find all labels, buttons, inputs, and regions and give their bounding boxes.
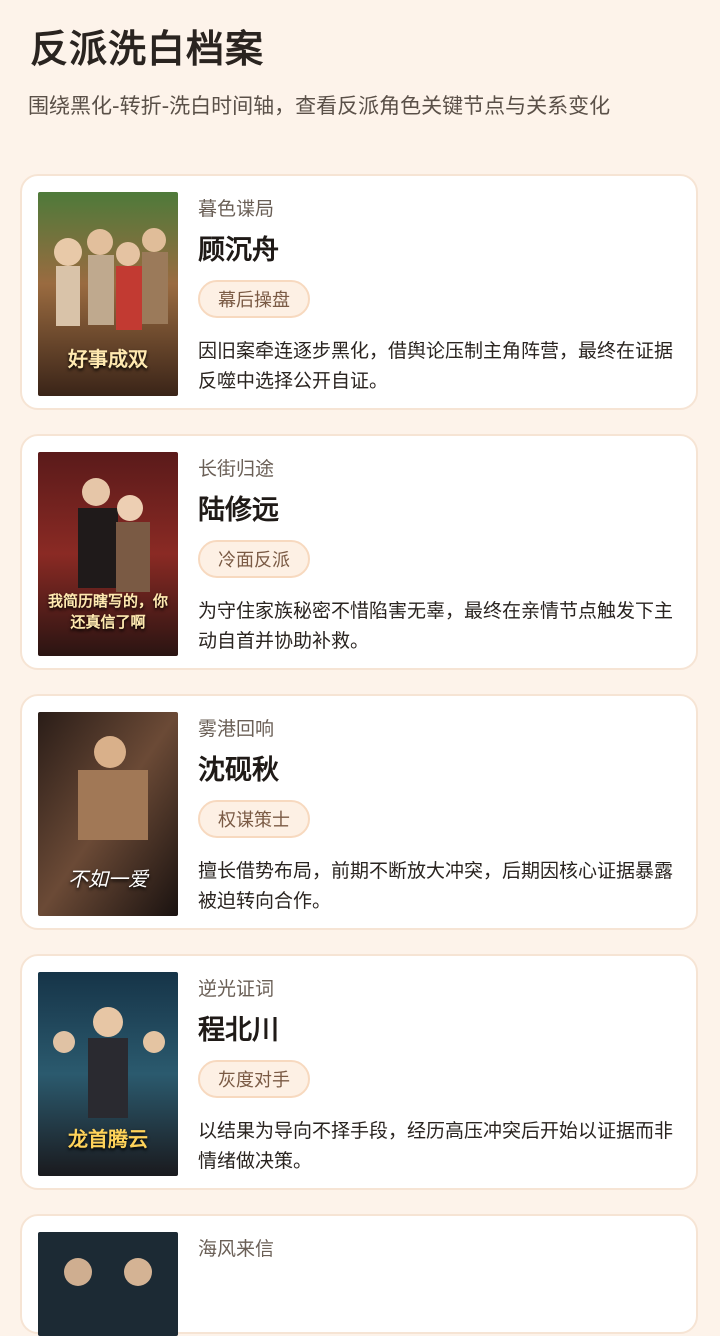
poster-title: 不如一爱 [68, 867, 148, 891]
role-tag: 冷面反派 [198, 540, 310, 578]
series-name: 暮色谍局 [198, 198, 275, 220]
series-name: 海风来信 [198, 1238, 275, 1260]
character-description: 以结果为导向不择手段，经历高压冲突后开始以证据而非情绪做决策。 [198, 1120, 674, 1172]
character-name: 陆修远 [198, 495, 279, 526]
role-tag: 幕后操盘 [198, 280, 310, 318]
page-title: 反派洗白档案 [30, 27, 265, 71]
poster-title: 龙首腾云 [68, 1127, 148, 1151]
page-subtitle: 围绕黑化-转折-洗白时间轴，查看反派角色关键节点与关系变化 [28, 94, 611, 118]
role-tag: 权谋策士 [198, 800, 310, 838]
series-name: 长街归途 [198, 458, 275, 480]
character-name: 沈砚秋 [198, 755, 279, 786]
villain-card[interactable]: 我简历瞎写的，你还真信了啊 长街归途 陆修远 冷面反派 为守住家族秘密不惜陷害无… [20, 434, 698, 670]
villain-card[interactable]: 好事成双 暮色谍局 顾沉舟 幕后操盘 因旧案牵连逐步黑化，借舆论压制主角阵营，最… [20, 174, 698, 410]
villain-card[interactable]: 海风来信 [20, 1214, 698, 1336]
character-name: 顾沉舟 [198, 235, 279, 266]
character-name: 程北川 [198, 1015, 279, 1046]
poster-image: 不如一爱 [38, 712, 178, 916]
poster-image: 我简历瞎写的，你还真信了啊 [38, 452, 178, 656]
character-description: 因旧案牵连逐步黑化，借舆论压制主角阵营，最终在证据反噬中选择公开自证。 [198, 340, 674, 392]
poster-title: 好事成双 [68, 347, 148, 371]
role-tag: 灰度对手 [198, 1060, 310, 1098]
poster-image: 龙首腾云 [38, 972, 178, 1176]
character-description: 为守住家族秘密不惜陷害无辜，最终在亲情节点触发下主动自首并协助补救。 [198, 600, 674, 652]
character-description: 擅长借势布局，前期不断放大冲突，后期因核心证据暴露被迫转向合作。 [198, 860, 674, 912]
villain-card[interactable]: 不如一爱 雾港回响 沈砚秋 权谋策士 擅长借势布局，前期不断放大冲突，后期因核心… [20, 694, 698, 930]
poster-title: 我简历瞎写的，你还真信了啊 [47, 592, 168, 631]
series-name: 逆光证词 [198, 978, 275, 1000]
poster-image: 好事成双 [38, 192, 178, 396]
poster-image [38, 1232, 178, 1336]
series-name: 雾港回响 [198, 718, 275, 740]
villain-card[interactable]: 龙首腾云 逆光证词 程北川 灰度对手 以结果为导向不择手段，经历高压冲突后开始以… [20, 954, 698, 1190]
